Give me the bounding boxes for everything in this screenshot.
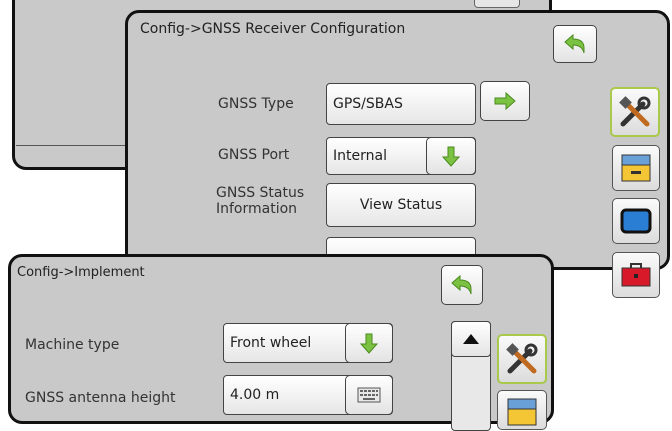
gnss-type-next-button[interactable] [480, 81, 530, 121]
gnss-status-label-line1: GNSS Status [216, 185, 305, 201]
screen-icon [620, 208, 652, 234]
view-status-button[interactable]: View Status [326, 183, 476, 227]
implement-page-title: Config->Implement [17, 265, 145, 280]
background-panel-button[interactable] [474, 0, 520, 8]
back-arrow-icon [451, 274, 472, 295]
antenna-height-label: GNSS antenna height [25, 390, 176, 406]
tools-icon [506, 343, 538, 374]
tools-icon [619, 96, 651, 127]
tab-tools[interactable] [610, 87, 660, 137]
machine-type-label: Machine type [25, 337, 120, 353]
tab-console[interactable] [612, 145, 660, 191]
implement-back-button[interactable] [441, 265, 483, 305]
tab-screen[interactable] [612, 198, 660, 244]
arrow-right-icon [494, 92, 516, 110]
console-icon [621, 154, 651, 182]
scroll-up-button[interactable] [451, 321, 491, 357]
console-icon [507, 398, 537, 426]
back-button[interactable] [553, 25, 597, 63]
implement-tab-tools[interactable] [497, 334, 547, 384]
triangle-up-icon [463, 334, 479, 344]
arrow-down-icon [442, 146, 460, 167]
keyboard-icon [357, 387, 381, 403]
toolbox-icon [621, 263, 651, 287]
gnss-type-select[interactable]: GPS/SBAS [326, 83, 476, 125]
back-arrow-icon [564, 33, 585, 54]
gnss-type-label: GNSS Type [218, 96, 294, 112]
implement-config-panel: Config->Implement Machine type Front whe… [8, 254, 554, 431]
implement-tab-console[interactable] [497, 390, 547, 430]
tab-toolbox[interactable] [612, 252, 660, 298]
keyboard-button[interactable] [345, 375, 393, 415]
gnss-receiver-config-panel: Config->GNSS Receiver Configuration GNSS… [125, 10, 670, 277]
gnss-status-label-line2: Information [216, 201, 298, 217]
arrow-down-icon [360, 333, 378, 354]
machine-type-dropdown-button[interactable] [345, 323, 393, 363]
page-title: Config->GNSS Receiver Configuration [140, 21, 406, 37]
gnss-port-dropdown-button[interactable] [426, 137, 476, 175]
gnss-port-label: GNSS Port [218, 147, 290, 163]
